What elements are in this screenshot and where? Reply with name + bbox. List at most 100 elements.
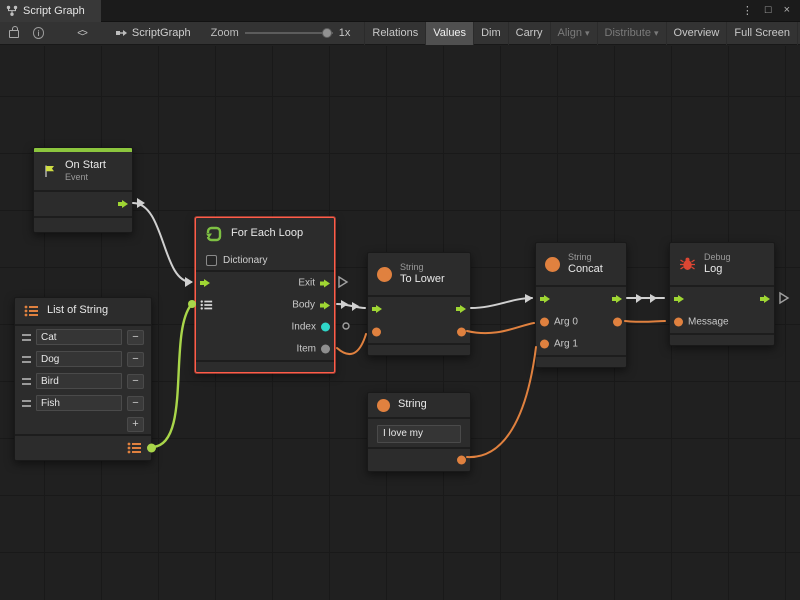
- drag-handle-icon[interactable]: [22, 378, 31, 385]
- unconnected-flow-indicator: [339, 277, 347, 287]
- code-icon[interactable]: <>: [77, 28, 87, 39]
- node-string-to-lower[interactable]: String To Lower: [367, 252, 471, 356]
- toolbar-buttons: Relations Values Dim Carry Align ▾ Distr…: [364, 22, 798, 45]
- node-debug-log[interactable]: Debug Log Message: [669, 242, 775, 346]
- string-unit-icon: [377, 267, 392, 282]
- port-flow-out[interactable]: [118, 200, 128, 208]
- port-flow-out[interactable]: [456, 305, 466, 313]
- close-icon[interactable]: ×: [784, 4, 790, 17]
- arrowhead: [352, 302, 359, 311]
- port-index-out[interactable]: [321, 323, 330, 332]
- port-string-out[interactable]: [457, 455, 466, 464]
- node-subtitle: Event: [65, 172, 106, 183]
- toolbar-button-values[interactable]: Values: [425, 22, 473, 45]
- wire-concat-message: [625, 321, 665, 322]
- node-category: Debug: [704, 252, 731, 263]
- list-item-input[interactable]: [36, 329, 122, 345]
- node-for-each-loop[interactable]: For Each Loop Dictionary Exit: [195, 217, 335, 373]
- string-unit-icon: [377, 399, 390, 412]
- toolbar-button-overview[interactable]: Overview: [666, 22, 727, 45]
- list-icon: [24, 305, 39, 317]
- chevron-down-icon: ▾: [654, 28, 659, 39]
- port-string-in[interactable]: [372, 328, 381, 337]
- window-controls: ⋮ □ ×: [742, 4, 800, 17]
- drag-handle-icon[interactable]: [22, 334, 31, 341]
- port-label-message: Message: [688, 317, 729, 328]
- node-string-concat[interactable]: String Concat Arg 0 Arg 1: [535, 242, 627, 368]
- zoom-slider[interactable]: [245, 27, 333, 39]
- toolbar-button-carry[interactable]: Carry: [508, 22, 550, 45]
- info-icon[interactable]: i: [33, 27, 45, 39]
- string-value-input[interactable]: [377, 425, 461, 443]
- lock-icon[interactable]: [9, 30, 19, 38]
- list-row: −: [15, 326, 151, 348]
- port-arg1-in[interactable]: [540, 340, 549, 349]
- port-flow-in[interactable]: [372, 305, 382, 313]
- arrowhead: [525, 294, 533, 303]
- arrowhead: [341, 300, 348, 309]
- list-item-input[interactable]: [36, 351, 122, 367]
- toolbar-button-align[interactable]: Align ▾: [550, 22, 597, 45]
- dictionary-checkbox[interactable]: [206, 255, 217, 266]
- drag-handle-icon[interactable]: [22, 356, 31, 363]
- port-label-arg0: Arg 0: [554, 317, 578, 328]
- arrowhead: [137, 198, 145, 208]
- remove-item-button[interactable]: −: [127, 352, 144, 367]
- port-item-out[interactable]: [321, 345, 330, 354]
- toolbar-button-dim[interactable]: Dim: [473, 22, 508, 45]
- script-graph-icon: [115, 27, 127, 39]
- graph-canvas[interactable]: On Start Event List of String: [0, 46, 800, 600]
- node-list-of-string[interactable]: List of String − − − − +: [14, 297, 152, 461]
- window-menu-icon[interactable]: ⋮: [742, 4, 753, 17]
- wire-tolower-concat-flow: [471, 298, 532, 308]
- port-result-out[interactable]: [457, 328, 466, 337]
- zoom-slider-track[interactable]: [245, 32, 333, 34]
- list-row: −: [15, 348, 151, 370]
- port-flow-in[interactable]: [540, 295, 550, 303]
- distribute-label: Distribute: [605, 27, 651, 39]
- wire-onstart-foreach: [133, 203, 191, 282]
- port-result-out[interactable]: [613, 318, 622, 327]
- toolbar-button-distribute[interactable]: Distribute ▾: [597, 22, 666, 45]
- zoom-label: Zoom: [211, 27, 239, 39]
- port-label-arg1: Arg 1: [554, 339, 578, 350]
- node-string-literal[interactable]: String: [367, 392, 471, 472]
- remove-item-button[interactable]: −: [127, 374, 144, 389]
- toolbar-button-relations[interactable]: Relations: [364, 22, 425, 45]
- arrowhead: [650, 294, 657, 303]
- add-item-button[interactable]: +: [127, 417, 144, 432]
- drag-handle-icon[interactable]: [22, 400, 31, 407]
- port-flow-in[interactable]: [200, 279, 210, 287]
- port-flow-out[interactable]: [760, 295, 770, 303]
- port-label-item: Item: [297, 344, 316, 355]
- unconnected-flow-indicator: [780, 293, 788, 303]
- list-row: −: [15, 392, 151, 414]
- wire-literal-arg1: [467, 347, 536, 457]
- port-arg0-in[interactable]: [540, 318, 549, 327]
- arrowhead: [636, 294, 643, 303]
- node-on-start[interactable]: On Start Event: [33, 147, 133, 233]
- zoom-value: 1x: [339, 27, 351, 39]
- port-body-out[interactable]: [320, 301, 330, 309]
- maximize-icon[interactable]: □: [765, 4, 772, 17]
- list-item-input[interactable]: [36, 395, 122, 411]
- port-list-out[interactable]: [147, 444, 156, 453]
- port-exit-out[interactable]: [320, 279, 330, 287]
- node-title: String: [398, 398, 427, 411]
- graph-chip[interactable]: ScriptGraph: [115, 27, 191, 39]
- tab-script-graph[interactable]: Script Graph: [0, 0, 101, 22]
- remove-item-button[interactable]: −: [127, 330, 144, 345]
- unconnected-value-indicator: [343, 323, 349, 329]
- list-item-input[interactable]: [36, 373, 122, 389]
- bug-icon: [679, 257, 696, 271]
- list-port-icon[interactable]: [200, 300, 213, 311]
- port-message-in[interactable]: [674, 318, 683, 327]
- loop-icon: [205, 225, 223, 243]
- arrowhead: [185, 277, 193, 287]
- zoom-slider-knob[interactable]: [322, 28, 332, 38]
- port-flow-in[interactable]: [674, 295, 684, 303]
- port-flow-out[interactable]: [612, 295, 622, 303]
- toolbar-button-fullscreen[interactable]: Full Screen: [726, 22, 798, 45]
- align-label: Align: [558, 27, 582, 39]
- remove-item-button[interactable]: −: [127, 396, 144, 411]
